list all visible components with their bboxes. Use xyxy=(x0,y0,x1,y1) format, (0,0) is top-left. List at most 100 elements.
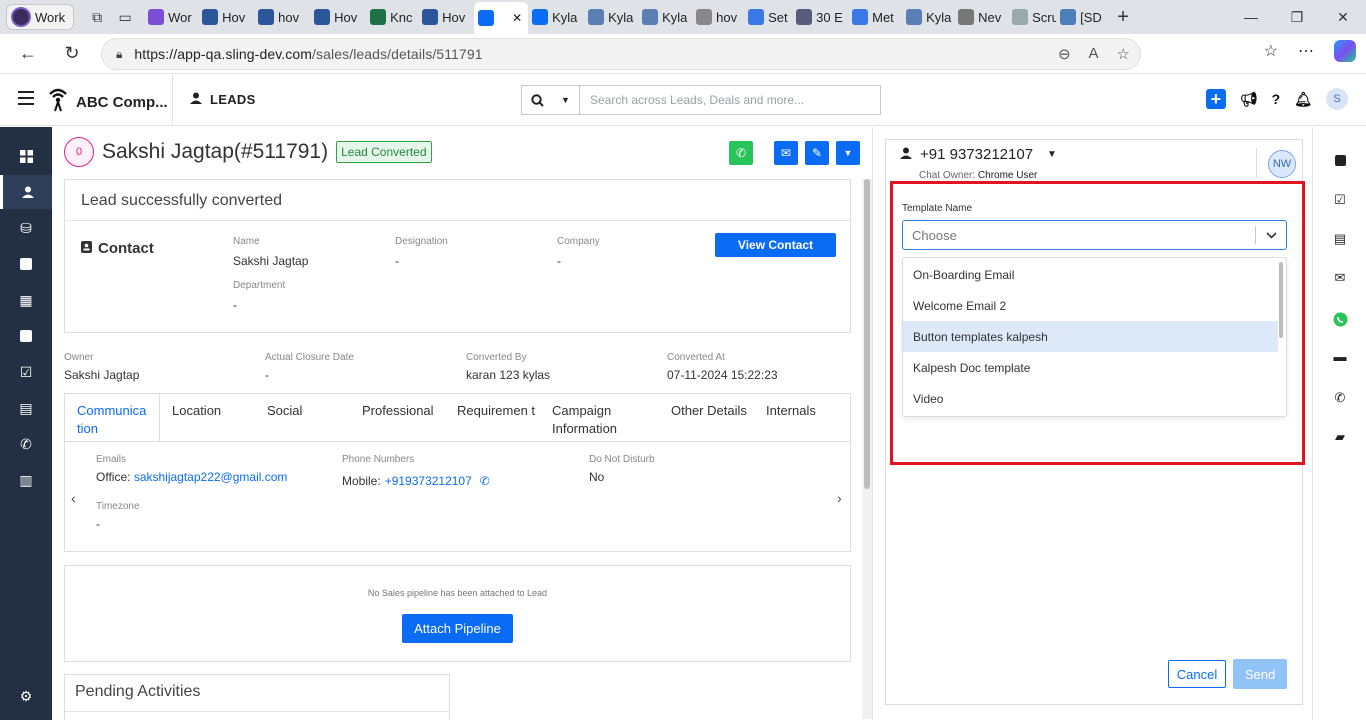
scrollbar-thumb[interactable] xyxy=(864,179,870,489)
browser-tab[interactable]: Kyla xyxy=(638,3,692,31)
email-link[interactable]: sakshijagtap222@gmail.com xyxy=(134,470,288,484)
nav-contacts-icon[interactable] xyxy=(0,247,52,281)
close-window-icon[interactable]: ✕ xyxy=(1320,0,1366,34)
notification-bell-icon[interactable]: 🔔︎ xyxy=(1294,91,1312,108)
nav-reports-icon[interactable]: ▥ xyxy=(0,463,52,497)
workspaces-icon[interactable]: ⧉ xyxy=(84,4,110,30)
whatsapp-button[interactable]: ✆ xyxy=(729,141,753,165)
chat-phone-selector[interactable]: +91 9373212107 ▼ xyxy=(900,146,1057,163)
template-option[interactable]: Kalpesh Doc template xyxy=(903,352,1286,383)
nav-deals-icon[interactable]: ⛁ xyxy=(0,211,52,245)
lead-score: 0 xyxy=(64,137,94,167)
favorites-icon[interactable]: ☆ xyxy=(1264,41,1278,61)
nav-calls-icon[interactable]: ✆ xyxy=(0,427,52,461)
template-option[interactable]: On-Boarding Email xyxy=(903,259,1286,290)
nav-tasks-icon[interactable]: ☑ xyxy=(0,355,52,389)
tasks-icon[interactable]: ☑ xyxy=(1313,188,1366,212)
menu-icon[interactable] xyxy=(18,91,34,105)
nav-dashboard-icon[interactable] xyxy=(0,139,52,173)
details-tab[interactable]: Campaign Information xyxy=(540,394,659,442)
details-tab[interactable]: Professional xyxy=(350,394,445,442)
email-button[interactable]: ✉ xyxy=(774,141,798,165)
tab-favicon-icon xyxy=(532,9,549,25)
tabs-prev-icon[interactable]: ‹ xyxy=(71,490,76,506)
browser-tab[interactable]: Nev xyxy=(954,3,1008,31)
zoom-icon[interactable]: ⊖ xyxy=(1058,45,1071,63)
phone-link[interactable]: +919373212107 xyxy=(385,474,472,488)
browser-tab[interactable]: Hov xyxy=(198,3,254,31)
browser-tab[interactable]: Set xyxy=(744,3,792,31)
announcement-icon[interactable]: 📢︎ xyxy=(1240,91,1258,108)
user-avatar[interactable]: S xyxy=(1326,88,1348,110)
dropdown-scrollbar[interactable] xyxy=(1279,262,1283,338)
template-option[interactable]: Video xyxy=(903,383,1286,414)
tab-actions-icon[interactable]: ▭ xyxy=(112,4,138,30)
more-icon[interactable]: ⋯ xyxy=(1298,41,1314,61)
cancel-button[interactable]: Cancel xyxy=(1168,660,1226,688)
tab-favicon-icon xyxy=(796,9,813,25)
details-tab[interactable]: Internals xyxy=(754,394,849,442)
quick-add-button[interactable]: + xyxy=(1205,89,1226,109)
details-tab[interactable]: Social xyxy=(255,394,350,442)
meta-value: karan 123 kylas xyxy=(466,368,551,382)
tabs-next-icon[interactable]: › xyxy=(837,490,842,506)
search-icon[interactable] xyxy=(522,86,552,114)
browser-tab[interactable]: Knc xyxy=(366,3,418,31)
favorite-star-icon[interactable]: ☆ xyxy=(1117,45,1130,63)
template-select[interactable]: Choose xyxy=(902,220,1287,250)
browser-tab[interactable]: Scru xyxy=(1008,3,1056,31)
browser-tab[interactable]: Wor xyxy=(144,3,198,31)
more-actions-button[interactable]: ▼ xyxy=(836,141,860,165)
notes-icon[interactable] xyxy=(1313,148,1366,172)
browser-tab[interactable]: Kyla xyxy=(584,3,638,31)
details-tab[interactable]: Communica tion xyxy=(65,394,160,442)
minimize-icon[interactable]: — xyxy=(1228,0,1274,34)
help-icon[interactable]: ? xyxy=(1272,91,1281,107)
documents-icon[interactable]: ▰ xyxy=(1313,425,1366,449)
browser-tab[interactable]: Met xyxy=(848,3,902,31)
phone-icon[interactable]: ✆ xyxy=(1313,386,1366,410)
whatsapp-icon[interactable] xyxy=(1313,307,1366,331)
email-icon[interactable]: ✉ xyxy=(1313,266,1366,290)
nav-companies-icon[interactable]: ▦ xyxy=(0,283,52,317)
nav-settings-icon[interactable]: ⚙ xyxy=(0,679,52,713)
details-tab[interactable]: Other Details xyxy=(659,394,754,442)
attach-pipeline-button[interactable]: Attach Pipeline xyxy=(402,614,513,643)
browser-tab[interactable]: Hov xyxy=(310,3,366,31)
browser-tab[interactable]: 30 E xyxy=(792,3,848,31)
browser-tab[interactable]: Hov xyxy=(418,3,474,31)
template-option[interactable]: Welcome Email 2 xyxy=(903,290,1286,321)
template-option[interactable]: Button templates kalpesh xyxy=(903,321,1278,352)
call-phone-icon[interactable]: ✆ xyxy=(480,474,490,488)
search-input[interactable] xyxy=(580,87,880,113)
browser-tab[interactable]: hov xyxy=(254,3,310,31)
chevron-down-icon[interactable] xyxy=(1256,231,1286,239)
browser-profile-button[interactable]: Work xyxy=(6,4,75,30)
browser-tab[interactable]: hov xyxy=(692,3,744,31)
url-field[interactable]: 🔒︎ https://app-qa.sling-dev.com/sales/le… xyxy=(101,38,1141,70)
read-aloud-icon[interactable]: A xyxy=(1089,45,1099,63)
view-contact-button[interactable]: View Contact xyxy=(715,233,836,257)
chat-icon[interactable]: ▬ xyxy=(1313,344,1366,368)
browser-tab[interactable]: ✕ xyxy=(474,2,529,34)
nav-clipboard-icon[interactable] xyxy=(0,319,52,353)
close-tab-icon[interactable]: ✕ xyxy=(512,11,522,25)
nav-leads-icon[interactable] xyxy=(0,175,52,209)
browser-tab[interactable]: Kyla xyxy=(902,3,954,31)
browser-tab[interactable]: [SD xyxy=(1056,3,1106,31)
edit-button[interactable]: ✎ xyxy=(805,141,829,165)
new-tab-icon[interactable]: + xyxy=(1110,4,1136,30)
browser-tab[interactable]: Kyla xyxy=(528,3,584,31)
copilot-icon[interactable] xyxy=(1334,40,1356,62)
nav-calendar-icon[interactable]: ▤ xyxy=(0,391,52,425)
calendar-icon[interactable]: ▤ xyxy=(1313,227,1366,251)
search-scope-dropdown[interactable]: ▼ xyxy=(552,86,580,114)
back-icon[interactable]: ← xyxy=(10,36,46,72)
tab-favicon-icon xyxy=(370,9,387,25)
send-button[interactable]: Send xyxy=(1233,659,1287,689)
refresh-icon[interactable]: ↻ xyxy=(54,36,90,72)
details-tab[interactable]: Requiremen t xyxy=(445,394,540,442)
restore-icon[interactable]: ❐ xyxy=(1274,0,1320,34)
details-tab[interactable]: Location xyxy=(160,394,255,442)
owner-avatar[interactable]: NW xyxy=(1268,150,1296,178)
